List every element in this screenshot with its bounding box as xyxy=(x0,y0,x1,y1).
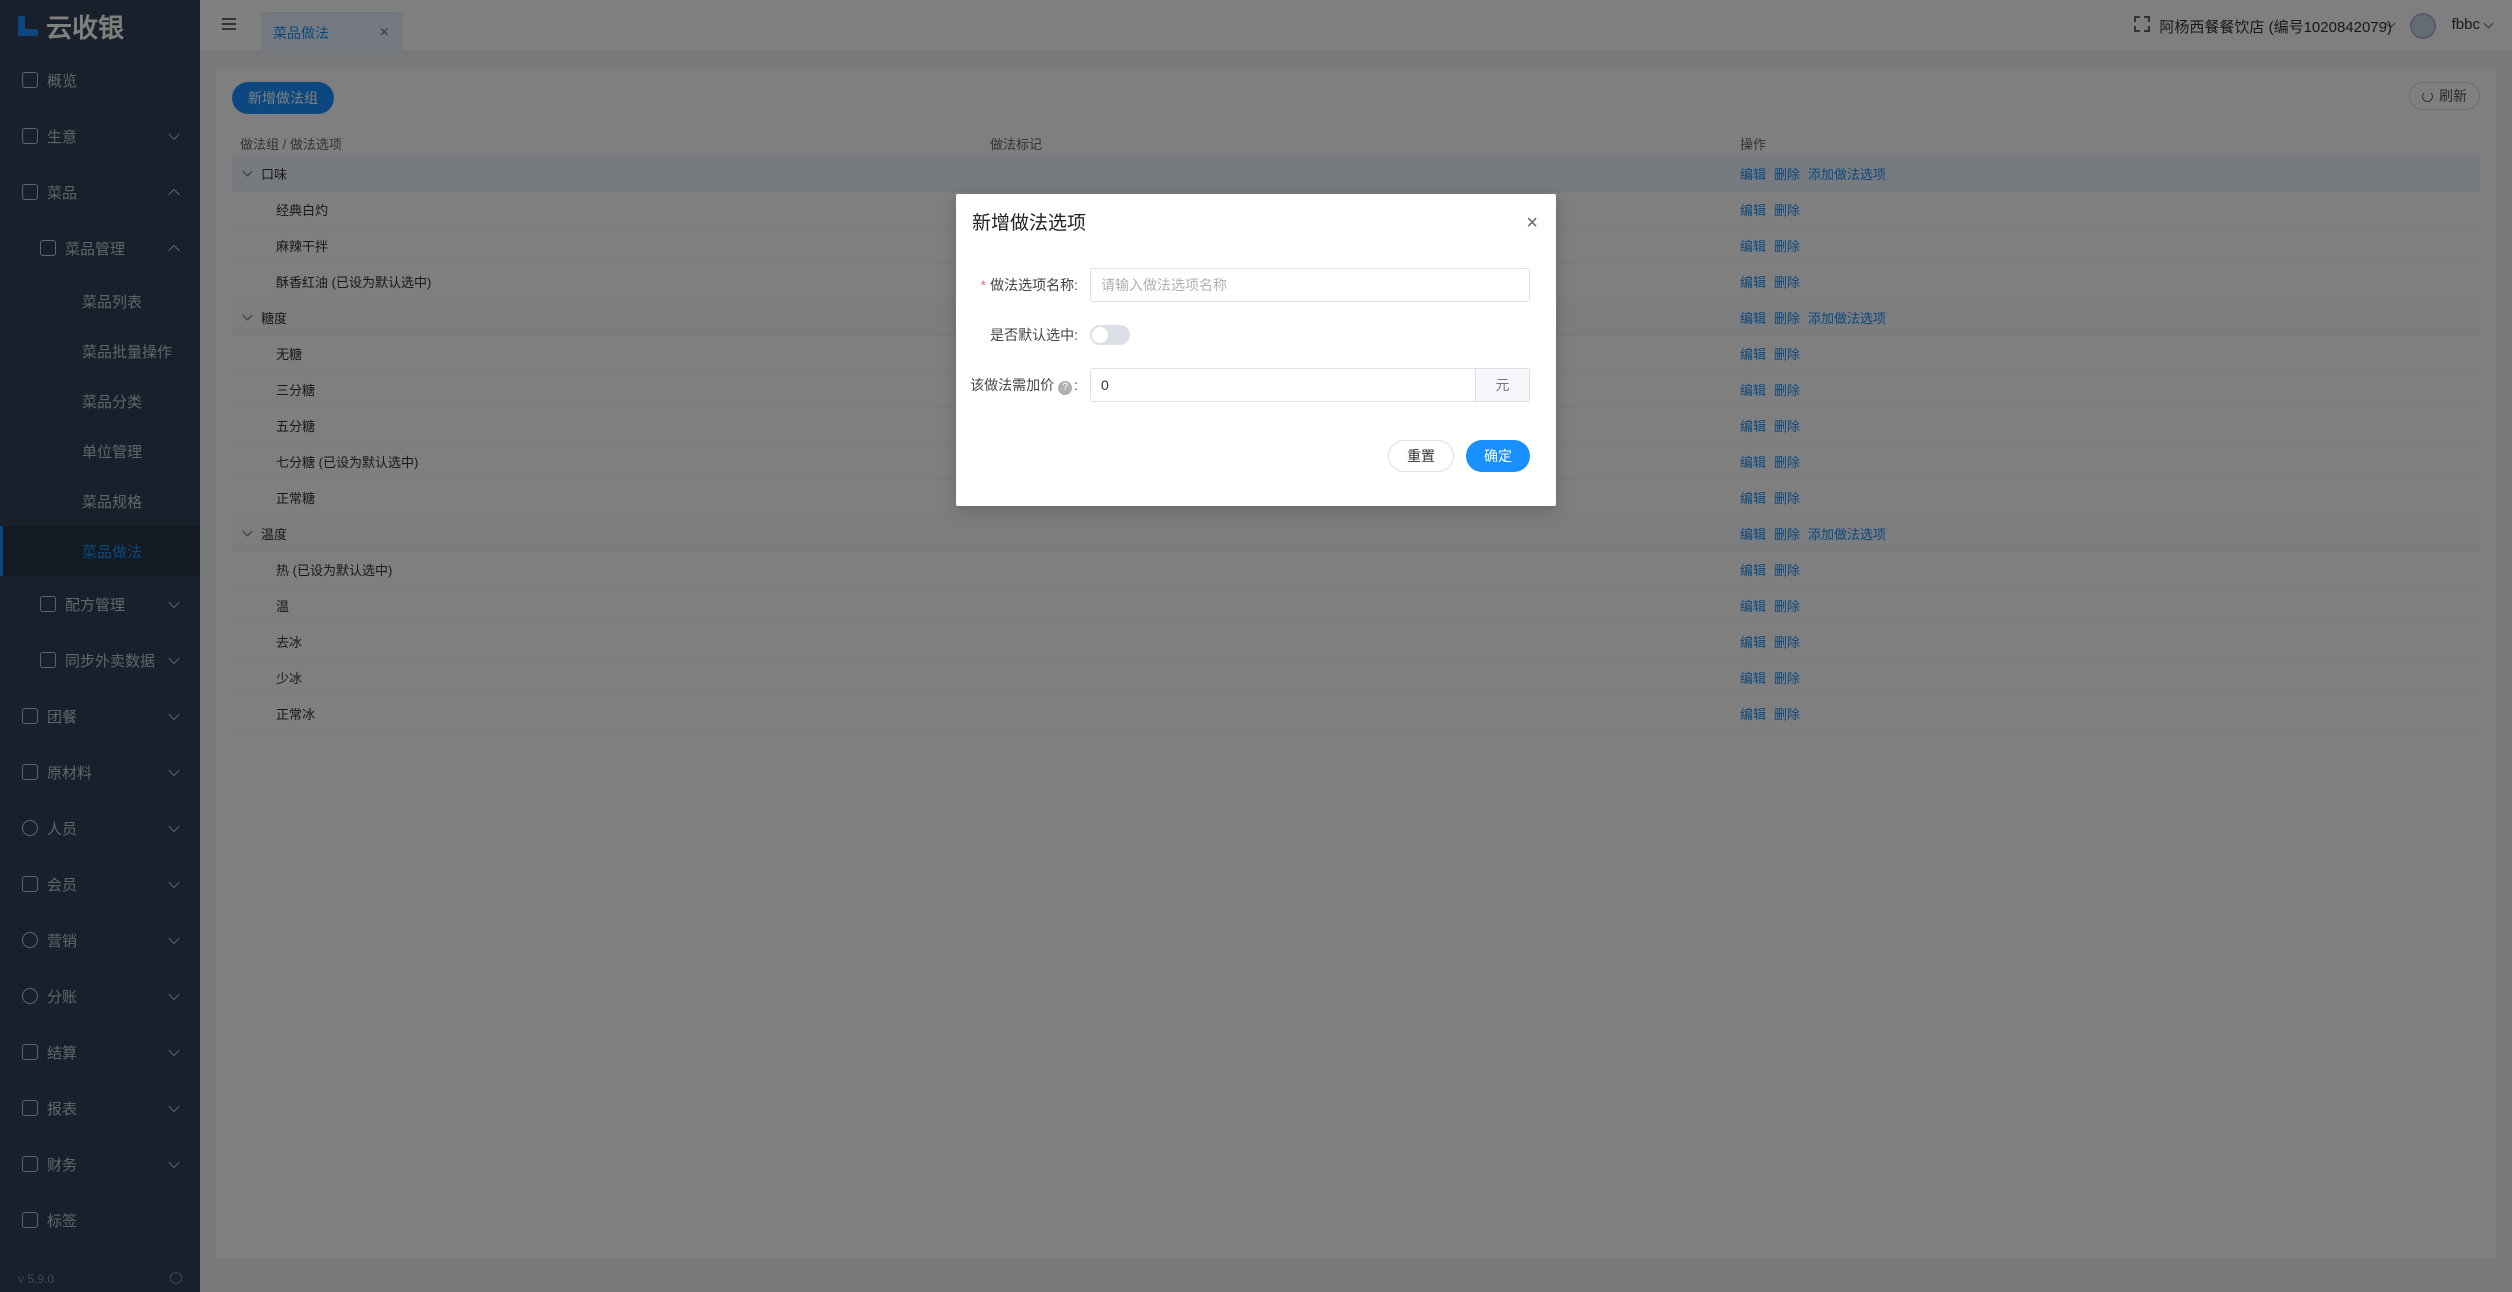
form-row-default: 是否默认选中: xyxy=(956,318,1530,352)
default-selected-toggle[interactable] xyxy=(1090,325,1130,345)
close-icon[interactable]: × xyxy=(1526,212,1538,235)
required-mark: * xyxy=(980,277,987,293)
dialog-title: 新增做法选项 xyxy=(972,213,1087,234)
price-field-label: 该做法需加价?: xyxy=(970,377,1078,395)
price-unit: 元 xyxy=(1476,368,1530,402)
price-input-group: 元 xyxy=(1090,368,1530,402)
name-field-label: * 做法选项名称: xyxy=(980,277,1078,293)
default-field-label: 是否默认选中: xyxy=(990,327,1078,343)
form-row-price: 该做法需加价?: 元 xyxy=(956,368,1530,402)
add-method-option-dialog: 新增做法选项 × *做法选项名称: 是否默认选中: 该做法需加价?: 元 重置 … xyxy=(956,194,1556,506)
confirm-button[interactable]: 确定 xyxy=(1466,440,1530,472)
extra-price-input[interactable] xyxy=(1090,368,1476,402)
help-icon[interactable]: ? xyxy=(1058,381,1073,395)
option-name-input[interactable] xyxy=(1090,268,1530,302)
form-row-name: * 做法选项名称: xyxy=(956,268,1530,302)
reset-button[interactable]: 重置 xyxy=(1388,440,1454,472)
